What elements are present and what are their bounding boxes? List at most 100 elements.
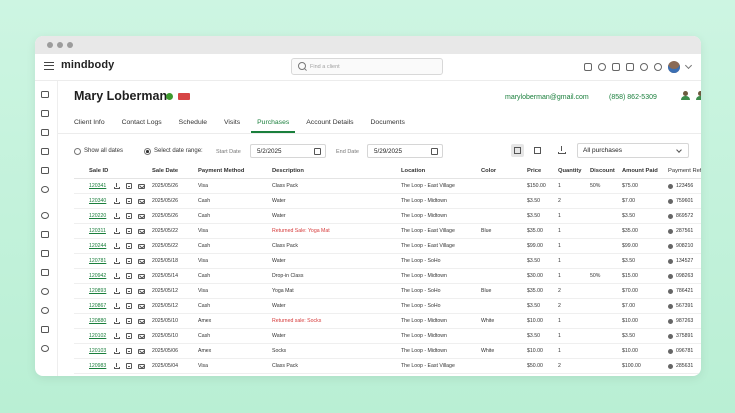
table-row[interactable]: 120942 2025/05/14 Cash Drop-in Class The Loo… <box>74 269 701 284</box>
print-icon[interactable] <box>126 303 132 309</box>
staff-icon[interactable] <box>41 212 49 219</box>
purchase-filter-select[interactable]: All purchases <box>577 143 689 158</box>
download-receipt-icon[interactable] <box>114 288 120 294</box>
email-icon[interactable] <box>138 228 145 234</box>
clipboard-icon[interactable] <box>41 167 49 174</box>
sale-id-link[interactable]: 120103 <box>89 344 106 358</box>
sale-id-link[interactable]: 120102 <box>89 329 106 343</box>
tab-client-info[interactable]: Client Info <box>74 117 105 133</box>
download-receipt-icon[interactable] <box>114 273 120 279</box>
print-icon[interactable] <box>126 183 132 189</box>
download-receipt-icon[interactable] <box>114 363 120 369</box>
tab-schedule[interactable]: Schedule <box>179 117 207 133</box>
calendar-icon[interactable] <box>314 148 321 155</box>
chat-icon[interactable] <box>626 63 634 71</box>
table-row[interactable]: 120220 2025/05/26 Cash Water The Loop - Midt… <box>74 209 701 224</box>
marketing-icon[interactable] <box>41 269 49 276</box>
sale-id-link[interactable]: 120244 <box>89 239 106 253</box>
end-date-input[interactable] <box>372 147 426 156</box>
email-icon[interactable] <box>138 363 145 369</box>
menu-icon[interactable] <box>44 62 54 70</box>
email-icon[interactable] <box>138 333 145 339</box>
tab-documents[interactable]: Documents <box>371 117 405 133</box>
download-receipt-icon[interactable] <box>114 318 120 324</box>
sale-id-link[interactable]: 120893 <box>89 284 106 298</box>
show-all-dates-radio[interactable] <box>74 148 81 155</box>
megaphone-icon[interactable] <box>612 63 620 71</box>
grid-view-button[interactable] <box>531 144 544 157</box>
print-icon[interactable] <box>126 258 132 264</box>
header-location[interactable]: Location <box>401 166 425 177</box>
relationship-icon[interactable] <box>681 91 691 101</box>
tab-account-details[interactable]: Account Details <box>306 117 353 133</box>
download-receipt-icon[interactable] <box>114 183 120 189</box>
table-row[interactable]: 120311 2025/05/22 Visa Returned Sale: Yoga … <box>74 224 701 239</box>
sale-id-link[interactable]: 120781 <box>89 254 106 268</box>
download-receipt-icon[interactable] <box>114 213 120 219</box>
tab-purchases[interactable]: Purchases <box>251 117 296 133</box>
email-icon[interactable] <box>138 303 145 309</box>
team-icon[interactable] <box>41 307 49 314</box>
book-icon[interactable] <box>41 148 49 155</box>
sale-id-link[interactable]: 120880 <box>89 314 106 328</box>
header-price[interactable]: Price <box>527 166 541 177</box>
sale-id-link[interactable]: 120341 <box>89 179 106 193</box>
header-discount[interactable]: Discount <box>590 166 615 177</box>
settings-icon[interactable] <box>41 345 49 352</box>
sale-id-link[interactable]: 120220 <box>89 209 106 223</box>
calendar-icon[interactable] <box>431 148 438 155</box>
sale-id-link[interactable]: 120626 <box>89 374 106 376</box>
download-receipt-icon[interactable] <box>114 243 120 249</box>
header-sale-id[interactable]: Sale ID <box>89 166 108 177</box>
table-row[interactable]: 120244 2025/05/22 Cash Class Pack The Loop -… <box>74 239 701 254</box>
network-icon[interactable] <box>41 288 49 295</box>
tab-contact-logs[interactable]: Contact Logs <box>122 117 162 133</box>
table-row[interactable]: 120340 2025/05/26 Cash Water The Loop - Midt… <box>74 194 701 209</box>
folder-icon[interactable] <box>41 326 49 333</box>
header-quantity[interactable]: Quantity <box>558 166 582 177</box>
table-row[interactable]: 120341 2025/05/26 Visa Class Pack The Loop -… <box>74 179 701 194</box>
print-icon[interactable] <box>126 273 132 279</box>
check-circle-icon[interactable] <box>598 63 606 71</box>
email-icon[interactable] <box>138 348 145 354</box>
chevron-down-icon[interactable] <box>684 61 693 70</box>
end-date-field[interactable] <box>367 144 443 158</box>
download-receipt-icon[interactable] <box>114 303 120 309</box>
download-receipt-icon[interactable] <box>114 198 120 204</box>
email-icon[interactable] <box>138 318 145 324</box>
client-search[interactable] <box>291 58 443 75</box>
client-email[interactable]: maryloberman@gmail.com <box>505 94 589 101</box>
table-row[interactable]: 120880 2025/05/10 Amex Returned sale: Socks… <box>74 314 701 329</box>
print-icon[interactable] <box>126 198 132 204</box>
print-icon[interactable] <box>126 228 132 234</box>
print-icon[interactable] <box>126 333 132 339</box>
schedule-icon[interactable] <box>41 129 49 136</box>
header-description[interactable]: Description <box>272 166 304 177</box>
email-icon[interactable] <box>138 243 145 249</box>
header-amount-paid[interactable]: Amount Paid <box>622 166 658 177</box>
date-range-radio[interactable] <box>144 148 151 155</box>
header-payment-method[interactable]: Payment Method <box>198 166 244 177</box>
table-row[interactable]: 120781 2025/05/18 Visa Water The Loop - SoHo… <box>74 254 701 269</box>
alert-badge-icon[interactable] <box>178 93 190 100</box>
print-icon[interactable] <box>126 243 132 249</box>
table-row[interactable]: 120893 2025/05/12 Visa Yoga Mat The Loop - S… <box>74 284 701 299</box>
user-avatar[interactable] <box>668 61 680 73</box>
header-sale-date[interactable]: Sale Date <box>152 166 178 177</box>
sale-id-link[interactable]: 120311 <box>89 224 106 238</box>
download-receipt-icon[interactable] <box>114 348 120 354</box>
tag-icon[interactable] <box>41 231 49 238</box>
tab-visits[interactable]: Visits <box>224 117 240 133</box>
calendar-icon[interactable] <box>41 110 49 117</box>
email-icon[interactable] <box>138 198 145 204</box>
header-color[interactable]: Color <box>481 166 496 177</box>
dashboard-icon[interactable] <box>41 91 49 98</box>
search-input[interactable] <box>308 60 440 74</box>
table-row[interactable]: 120867 2025/05/12 Cash Water The Loop - SoHo… <box>74 299 701 314</box>
header-payment-ref[interactable]: Payment Ref # <box>668 166 701 177</box>
download-receipt-icon[interactable] <box>114 228 120 234</box>
print-icon[interactable] <box>126 288 132 294</box>
print-icon[interactable] <box>126 213 132 219</box>
app-logo[interactable]: mindbody <box>61 59 114 71</box>
start-date-field[interactable] <box>250 144 326 158</box>
